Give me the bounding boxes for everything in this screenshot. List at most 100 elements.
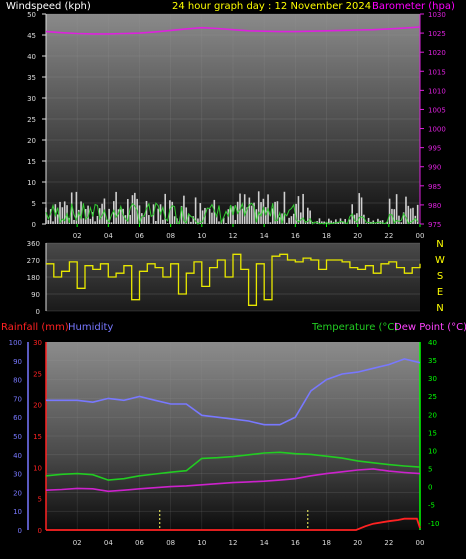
temperature-tick-label: 40 xyxy=(428,339,437,347)
temp-time-axis: 02 04 06 08 10 12 14 16 18 20 22 00 xyxy=(73,539,425,547)
temperature-tick-label: 15 xyxy=(428,429,437,437)
humidity-tick-label: 90 xyxy=(13,358,22,366)
humidity-tick-label: 30 xyxy=(13,471,22,479)
time-tick-label: 14 xyxy=(260,539,269,547)
rainfall-title: Rainfall (mm) xyxy=(1,322,69,333)
barometer-tick-label: 1000 xyxy=(428,126,446,134)
temperature-axis: -10 -5 0 5 10 15 20 25 30 35 40 xyxy=(419,339,439,530)
temperature-tick-label: 5 xyxy=(428,466,432,474)
barometer-tick-label: 1020 xyxy=(428,49,446,57)
time-tick-label: 20 xyxy=(353,539,362,547)
direction-tick-label: 270 xyxy=(27,257,40,265)
compass-label: S xyxy=(437,271,443,282)
windspeed-tick-label: 10 xyxy=(27,179,36,187)
temperature-tick-label: 35 xyxy=(428,357,437,365)
windspeed-tick-label: 15 xyxy=(27,158,36,166)
windspeed-tick-label: 50 xyxy=(27,11,36,19)
humidity-tick-label: 50 xyxy=(13,433,22,441)
weather-graph: Windspeed (kph) 24 hour graph day : 12 N… xyxy=(0,0,466,555)
rainfall-tick-label: 15 xyxy=(33,433,42,441)
temperature-tick-label: 25 xyxy=(428,393,437,401)
time-tick-label: 08 xyxy=(166,232,175,240)
rainfall-tick-label: 25 xyxy=(33,370,42,378)
humidity-tick-label: 70 xyxy=(13,395,22,403)
direction-tick-label: 0 xyxy=(36,308,40,316)
time-tick-label: 10 xyxy=(197,539,206,547)
rainfall-tick-label: 0 xyxy=(38,527,42,535)
weather-chart-svg: Windspeed (kph) 24 hour graph day : 12 N… xyxy=(1,1,466,547)
windspeed-tick-label: 0 xyxy=(32,221,36,229)
temperature-tick-label: -5 xyxy=(428,502,435,510)
temperature-tick-label: -10 xyxy=(428,520,439,528)
barometer-tick-label: 985 xyxy=(428,183,441,191)
time-tick-label: 18 xyxy=(322,539,331,547)
direction-tick-label: 360 xyxy=(27,240,40,248)
compass-label: W xyxy=(435,255,445,266)
humidity-tick-label: 60 xyxy=(13,414,22,422)
time-tick-label: 00 xyxy=(416,232,425,240)
humidity-tick-label: 20 xyxy=(13,489,22,497)
windspeed-tick-label: 20 xyxy=(27,137,36,145)
humidity-tick-label: 10 xyxy=(13,508,22,516)
temperature-tick-label: 0 xyxy=(428,484,432,492)
time-tick-label: 02 xyxy=(73,232,82,240)
time-tick-label: 04 xyxy=(104,539,113,547)
compass-label: E xyxy=(437,287,443,298)
rainfall-tick-label: 20 xyxy=(33,402,42,410)
time-tick-label: 12 xyxy=(229,232,238,240)
time-tick-label: 06 xyxy=(135,539,144,547)
barometer-tick-label: 1010 xyxy=(428,87,446,95)
direction-tick-label: 180 xyxy=(27,274,40,282)
compass-label: N xyxy=(436,239,443,250)
windspeed-axis: 0 5 10 15 20 25 30 35 40 45 50 xyxy=(27,11,47,229)
temperature-tick-label: 30 xyxy=(428,375,437,383)
time-tick-label: 16 xyxy=(291,232,300,240)
barometer-tick-label: 1015 xyxy=(428,68,446,76)
windspeed-tick-label: 25 xyxy=(27,116,36,124)
wind-time-axis: 02 04 06 08 10 12 14 16 18 20 22 00 xyxy=(73,224,425,240)
time-tick-label: 14 xyxy=(260,232,269,240)
time-tick-label: 12 xyxy=(229,539,238,547)
windspeed-title: Windspeed (kph) xyxy=(6,1,91,12)
time-tick-label: 08 xyxy=(166,539,175,547)
direction-tick-label: 90 xyxy=(31,291,40,299)
windspeed-tick-label: 35 xyxy=(27,74,36,82)
barometer-tick-label: 1025 xyxy=(428,30,446,38)
time-tick-label: 20 xyxy=(353,232,362,240)
windspeed-tick-label: 45 xyxy=(27,32,36,40)
barometer-tick-label: 990 xyxy=(428,164,441,172)
rainfall-tick-label: 30 xyxy=(33,339,42,347)
humidity-tick-label: 0 xyxy=(18,527,22,535)
windspeed-tick-label: 40 xyxy=(27,53,36,61)
temperature-tick-label: 20 xyxy=(428,411,437,419)
time-tick-label: 18 xyxy=(322,232,331,240)
time-tick-label: 04 xyxy=(104,232,113,240)
humidity-tick-label: 80 xyxy=(13,377,22,385)
barometer-axis: 975 980 985 990 995 1000 1005 1010 1015 1020 1025 1… xyxy=(419,11,446,229)
rainfall-tick-label: 5 xyxy=(38,496,42,504)
rainfall-tick-label: 10 xyxy=(33,464,42,472)
humidity-tick-label: 100 xyxy=(9,339,22,347)
barometer-tick-label: 980 xyxy=(428,202,441,210)
humidity-tick-label: 40 xyxy=(13,452,22,460)
time-tick-label: 02 xyxy=(73,539,82,547)
time-tick-label: 22 xyxy=(384,539,393,547)
temperature-title: Temperature (°C) xyxy=(311,322,398,333)
barometer-tick-label: 995 xyxy=(428,145,441,153)
humidity-title: Humidity xyxy=(68,322,113,333)
direction-degree-axis: 0 90 180 270 360 xyxy=(27,240,47,316)
humidity-axis: 0 10 20 30 40 50 60 70 80 90 100 xyxy=(9,339,29,535)
time-tick-label: 16 xyxy=(291,539,300,547)
barometer-tick-label: 1005 xyxy=(428,106,446,114)
direction-compass-axis: NWSEN xyxy=(435,239,445,314)
barometer-tick-label: 1030 xyxy=(428,11,446,19)
dewpoint-title: Dew Point (°C) xyxy=(394,322,466,333)
time-tick-label: 06 xyxy=(135,232,144,240)
time-tick-label: 22 xyxy=(384,232,393,240)
compass-label: N xyxy=(436,303,443,314)
windspeed-tick-label: 30 xyxy=(27,95,36,103)
temperature-tick-label: 10 xyxy=(428,447,437,455)
rainfall-axis: 0 5 10 15 20 25 30 xyxy=(33,339,47,535)
graph-date-title: 24 hour graph day : 12 November 2024 xyxy=(172,1,371,12)
time-tick-label: 10 xyxy=(197,232,206,240)
